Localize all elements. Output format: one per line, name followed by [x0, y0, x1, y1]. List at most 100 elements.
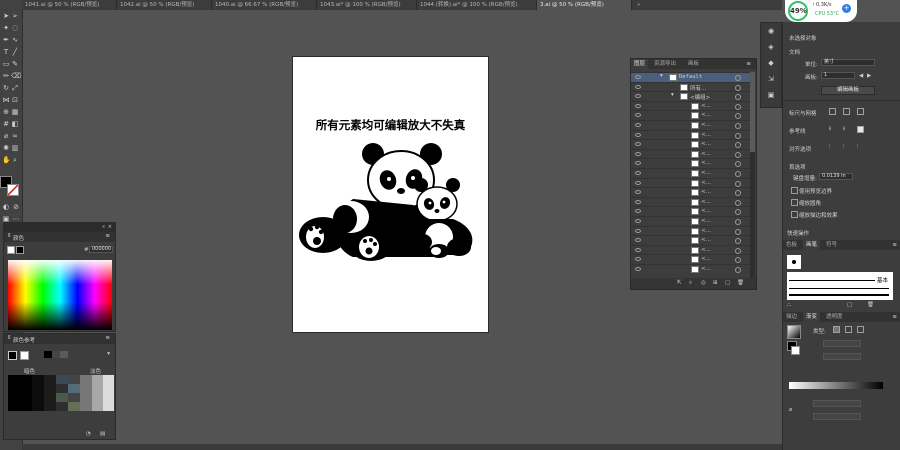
- zoom-tool-icon[interactable]: ⌕: [11, 156, 19, 164]
- scale-tool-icon[interactable]: ⤢: [11, 84, 19, 92]
- visibility-eye-icon[interactable]: [635, 75, 641, 79]
- target-circle-icon[interactable]: [735, 113, 741, 120]
- harmony-swatch[interactable]: [60, 351, 68, 358]
- visibility-eye-icon[interactable]: [635, 238, 641, 243]
- layer-name[interactable]: <...: [701, 228, 711, 234]
- gradient-opacity-field[interactable]: [813, 400, 861, 407]
- gradient-thumbnail[interactable]: [787, 325, 801, 339]
- visibility-eye-icon[interactable]: [635, 219, 641, 223]
- layers-scrollbar[interactable]: [750, 72, 755, 278]
- document-tab[interactable]: 1043.ai* @ 100 % (RGB/预览): [317, 0, 417, 10]
- tab-stroke[interactable]: 描边: [783, 312, 800, 322]
- tab-artboards[interactable]: 画板: [685, 59, 702, 69]
- export-panel-icon[interactable]: ⇲: [767, 75, 775, 83]
- visibility-eye-icon[interactable]: [635, 161, 641, 166]
- eraser-tool-icon[interactable]: ⌫: [11, 72, 21, 80]
- visibility-eye-icon[interactable]: [635, 94, 641, 99]
- curvature-tool-icon[interactable]: ∿: [11, 36, 19, 44]
- locate-object-icon[interactable]: ⌕: [689, 280, 692, 287]
- snap-to-point-icon[interactable]: ⫶: [829, 144, 830, 151]
- selection-tool-icon[interactable]: ➤: [2, 12, 10, 20]
- rotate-tool-icon[interactable]: ↻: [2, 84, 10, 92]
- gradient-aspect-field[interactable]: [823, 353, 861, 360]
- panel-menu-icon[interactable]: ≡: [105, 233, 110, 239]
- layer-name[interactable]: <...: [701, 237, 711, 243]
- edit-colors-icon[interactable]: ◔: [86, 431, 91, 437]
- harmony-swatch[interactable]: [20, 351, 29, 360]
- artboard-select[interactable]: 1: [821, 72, 855, 79]
- target-circle-icon[interactable]: [735, 103, 741, 110]
- layer-name[interactable]: <...: [701, 112, 711, 118]
- harmony-swatch[interactable]: [44, 351, 52, 358]
- new-layer-icon[interactable]: ▢: [725, 280, 730, 286]
- layer-row[interactable]: <...: [631, 225, 755, 236]
- artboards-icon[interactable]: ▣: [767, 91, 775, 99]
- visibility-eye-icon[interactable]: [635, 209, 641, 214]
- layer-name[interactable]: <...: [701, 151, 711, 157]
- target-circle-icon[interactable]: [735, 199, 741, 206]
- use-preview-bounds-checkbox[interactable]: [791, 187, 798, 194]
- target-circle-icon[interactable]: [735, 142, 741, 149]
- gradient-angle-field[interactable]: [823, 340, 861, 347]
- target-circle-icon[interactable]: [735, 228, 741, 235]
- layer-name[interactable]: <...: [701, 132, 711, 138]
- lasso-tool-icon[interactable]: ◌: [11, 24, 19, 32]
- fill-color-swatch[interactable]: [7, 246, 15, 254]
- hand-tool-icon[interactable]: ✋: [2, 156, 11, 164]
- target-circle-icon[interactable]: [735, 75, 741, 81]
- panda-illustration[interactable]: [293, 137, 488, 267]
- target-circle-icon[interactable]: [735, 94, 741, 101]
- expand-arrow-icon[interactable]: ▾: [671, 92, 674, 98]
- target-circle-icon[interactable]: [735, 171, 741, 177]
- layer-row[interactable]: <...: [631, 148, 755, 159]
- symbol-sprayer-tool-icon[interactable]: ✺: [2, 144, 10, 152]
- visibility-eye-icon[interactable]: [635, 142, 641, 147]
- type-tool-icon[interactable]: T: [2, 48, 10, 56]
- keyboard-increment-input[interactable]: 0.0139 in: [819, 173, 853, 180]
- freeform-gradient-icon[interactable]: [857, 326, 864, 333]
- width-tool-icon[interactable]: ⋈: [2, 96, 10, 104]
- libraries-icon[interactable]: ◈: [767, 43, 775, 51]
- target-circle-icon[interactable]: [735, 257, 741, 264]
- document-tab[interactable]: 1044 (转换).ai* @ 100 % (RGB/预览): [417, 0, 537, 10]
- tab-brushes[interactable]: 画笔: [803, 240, 821, 250]
- tab-swatches[interactable]: 色板: [783, 240, 800, 250]
- gradient-location-field[interactable]: [813, 413, 861, 420]
- panel-menu-icon[interactable]: ≡: [105, 335, 110, 341]
- tab-layers[interactable]: 图层: [631, 59, 649, 69]
- tab-gradient[interactable]: 渐变: [803, 312, 821, 322]
- layer-row[interactable]: <...: [631, 216, 755, 226]
- target-circle-icon[interactable]: [735, 84, 741, 91]
- color-spectrum[interactable]: [8, 260, 112, 330]
- collapse-arrows-icon[interactable]: ⇕: [7, 335, 12, 341]
- layer-row-default[interactable]: ▾ Default: [631, 72, 755, 82]
- visibility-eye-icon[interactable]: [635, 267, 641, 271]
- panel-menu-icon[interactable]: ≡: [892, 314, 897, 320]
- layer-row[interactable]: <...: [631, 129, 755, 140]
- target-circle-icon[interactable]: [735, 247, 741, 254]
- color-guide-title[interactable]: 颜色参考: [13, 336, 35, 344]
- layer-name[interactable]: <...: [701, 103, 711, 109]
- visibility-eye-icon[interactable]: [635, 247, 641, 252]
- none-swatch-icon[interactable]: ⊘: [12, 203, 20, 211]
- lock-guides-icon[interactable]: ⫲: [843, 126, 845, 133]
- layers-icon[interactable]: ◆: [767, 59, 775, 67]
- target-circle-icon[interactable]: [735, 132, 741, 139]
- brush-preview[interactable]: [787, 255, 801, 269]
- color-panel-title[interactable]: 颜色: [13, 234, 24, 242]
- visibility-eye-icon[interactable]: [635, 113, 641, 118]
- target-circle-icon[interactable]: [735, 151, 741, 158]
- shape-builder-tool-icon[interactable]: ⊕: [2, 108, 10, 116]
- mesh-tool-icon[interactable]: #: [2, 120, 10, 128]
- visibility-eye-icon[interactable]: [635, 151, 641, 156]
- edit-artboard-button[interactable]: 编辑画板: [821, 86, 875, 95]
- layer-row[interactable]: <...: [631, 206, 755, 216]
- layer-row[interactable]: <...: [631, 187, 755, 197]
- layer-row[interactable]: <...: [631, 139, 755, 149]
- collapse-arrows-icon[interactable]: ⇕: [7, 233, 12, 239]
- target-circle-icon[interactable]: [735, 238, 741, 245]
- harmony-swatch[interactable]: [52, 351, 60, 358]
- properties-icon[interactable]: ◉: [767, 27, 775, 35]
- artboard-heading[interactable]: 所有元素均可编辑放大不失真: [293, 117, 488, 133]
- layer-name[interactable]: <...: [701, 256, 711, 262]
